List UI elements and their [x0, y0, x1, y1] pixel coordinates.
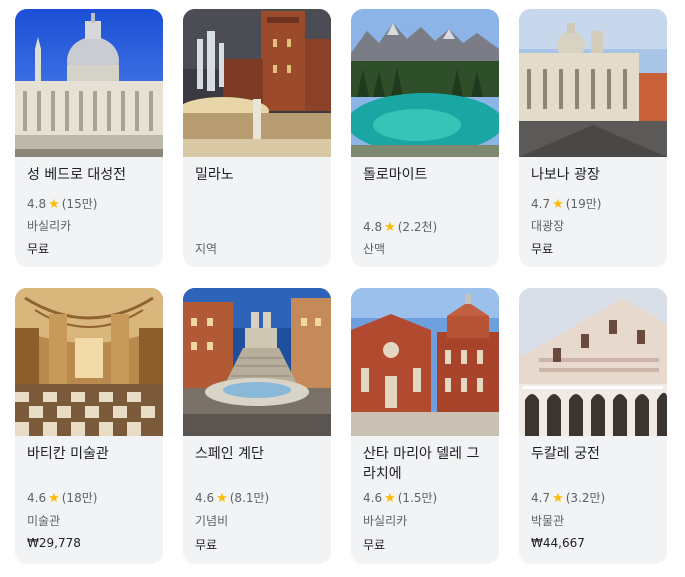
- place-price: 무료: [195, 538, 218, 552]
- place-card-spanish-steps[interactable]: 스페인 계단 4.6 ★ (8.1만) 기념비 무료: [183, 288, 331, 564]
- place-photo[interactable]: [351, 9, 499, 157]
- rating-value: 4.7: [531, 491, 551, 505]
- place-title: 나보나 광장: [531, 167, 600, 183]
- place-photo[interactable]: [15, 288, 163, 436]
- rating-value: 4.8: [363, 220, 383, 234]
- star-icon: ★: [552, 197, 564, 212]
- place-price: ₩44,667: [531, 536, 585, 550]
- rating-value: 4.8: [27, 197, 47, 211]
- rating-value: 4.6: [195, 491, 215, 505]
- star-icon: ★: [48, 197, 60, 212]
- place-rating: 4.6 ★ (1.5만): [363, 489, 437, 506]
- place-rating: 4.7 ★ (19만): [531, 195, 601, 212]
- place-category: 미술관: [27, 514, 61, 528]
- rating-value: 4.6: [363, 491, 383, 505]
- place-card-doges-palace[interactable]: 두칼레 궁전 4.7 ★ (3.2만) 박물관 ₩44,667: [519, 288, 667, 564]
- place-title: 돌로마이트: [363, 167, 428, 183]
- places-grid: 성 베드로 대성전 4.8 ★ (15만) 바실리카 무료 밀라노 지역 돌로마…: [0, 0, 685, 577]
- review-count: (3.2만): [565, 491, 606, 505]
- star-icon: ★: [384, 491, 396, 506]
- place-card-santa-maria-delle-grazie[interactable]: 산타 마리아 델레 그라치에 4.6 ★ (1.5만) 바실리카 무료: [351, 288, 499, 564]
- place-rating: 4.6 ★ (18만): [27, 489, 97, 506]
- star-icon: ★: [48, 491, 60, 506]
- place-card-dolomites[interactable]: 돌로마이트 4.8 ★ (2.2천) 산맥: [351, 9, 499, 267]
- place-photo[interactable]: [183, 288, 331, 436]
- place-photo[interactable]: [183, 9, 331, 157]
- place-category: 기념비: [195, 514, 229, 528]
- rating-value: 4.6: [27, 491, 47, 505]
- review-count: (8.1만): [229, 491, 270, 505]
- place-category: 바실리카: [363, 514, 408, 528]
- place-category: 바실리카: [27, 219, 72, 233]
- review-count: (18만): [61, 491, 98, 505]
- star-icon: ★: [216, 491, 228, 506]
- place-price: 무료: [363, 538, 386, 552]
- place-card-milan[interactable]: 밀라노 지역: [183, 9, 331, 267]
- place-title: 두칼레 궁전: [531, 446, 600, 462]
- star-icon: ★: [384, 220, 396, 235]
- place-title: 성 베드로 대성전: [27, 167, 127, 183]
- place-photo[interactable]: [519, 9, 667, 157]
- place-rating: 4.6 ★ (8.1만): [195, 489, 269, 506]
- place-card-st-peters[interactable]: 성 베드로 대성전 4.8 ★ (15만) 바실리카 무료: [15, 9, 163, 267]
- place-rating: 4.7 ★ (3.2만): [531, 489, 605, 506]
- place-title: 밀라노: [195, 167, 234, 183]
- place-card-vatican-museums[interactable]: 바티칸 미술관 4.6 ★ (18만) 미술관 ₩29,778: [15, 288, 163, 564]
- place-title: 바티칸 미술관: [27, 446, 109, 462]
- star-icon: ★: [552, 491, 564, 506]
- place-title: 스페인 계단: [195, 446, 264, 462]
- review-count: (2.2천): [397, 220, 438, 234]
- place-card-piazza-navona[interactable]: 나보나 광장 4.7 ★ (19만) 대광장 무료: [519, 9, 667, 267]
- rating-value: 4.7: [531, 197, 551, 211]
- place-price: 무료: [27, 242, 50, 256]
- place-category: 산맥: [363, 242, 386, 256]
- place-price: 무료: [531, 242, 554, 256]
- place-category: 박물관: [531, 514, 565, 528]
- place-photo[interactable]: [519, 288, 667, 436]
- place-category: 지역: [195, 242, 218, 256]
- place-price: ₩29,778: [27, 536, 81, 550]
- place-rating: 4.8 ★ (15만): [27, 195, 97, 212]
- review-count: (15만): [61, 197, 98, 211]
- place-rating: 4.8 ★ (2.2천): [363, 218, 437, 235]
- place-photo[interactable]: [351, 288, 499, 436]
- place-category: 대광장: [531, 219, 565, 233]
- place-photo[interactable]: [15, 9, 163, 157]
- review-count: (19만): [565, 197, 602, 211]
- place-title: 산타 마리아 델레 그라치에: [363, 446, 480, 482]
- review-count: (1.5만): [397, 491, 438, 505]
